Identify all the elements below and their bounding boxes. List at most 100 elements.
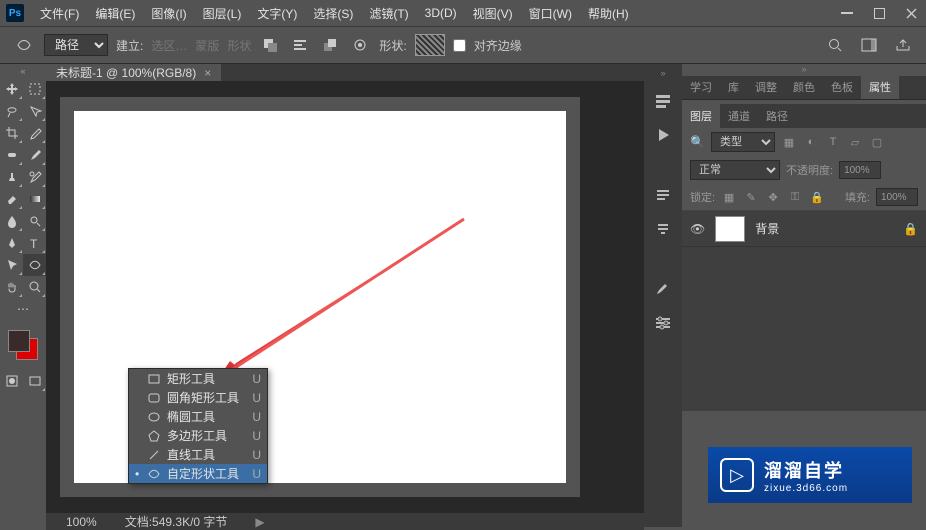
close-button[interactable] (902, 6, 920, 20)
menu-window[interactable]: 窗口(W) (521, 5, 580, 22)
quickmask-tool[interactable] (0, 370, 23, 392)
tool-preset-icon[interactable] (12, 35, 36, 55)
paragraph-panel-icon[interactable] (650, 182, 676, 208)
tab-learn[interactable]: 学习 (682, 75, 720, 99)
make-selection[interactable]: 选区… (151, 37, 187, 54)
dodge-tool[interactable] (23, 210, 46, 232)
path-op-icon[interactable] (259, 34, 281, 56)
minimize-button[interactable] (838, 6, 856, 20)
make-shape[interactable]: 形状 (227, 37, 251, 54)
eyedropper-tool[interactable] (23, 122, 46, 144)
artboard-tool[interactable] (23, 78, 46, 100)
make-mask[interactable]: 蒙版 (195, 37, 219, 54)
adjust-panel-icon[interactable] (650, 310, 676, 336)
blend-mode-select[interactable]: 正常 (690, 160, 780, 180)
lock-trans-icon[interactable]: ▦ (721, 189, 737, 205)
flyout-custom-shape[interactable]: •自定形状工具U (129, 464, 267, 483)
hand-tool[interactable] (0, 276, 23, 298)
heal-tool[interactable] (0, 144, 23, 166)
visibility-icon[interactable]: 👁 (690, 222, 705, 236)
menu-bar: Ps 文件(F) 编辑(E) 图像(I) 图层(L) 文字(Y) 选择(S) 滤… (0, 0, 926, 26)
shape-tool[interactable] (23, 254, 46, 276)
move-tool[interactable] (0, 78, 23, 100)
collapsed-panel-dock: » (644, 64, 682, 527)
flyout-line[interactable]: 直线工具U (129, 445, 267, 464)
maximize-button[interactable] (870, 6, 888, 20)
history-panel-icon[interactable] (650, 88, 676, 114)
shape-preview[interactable] (415, 34, 445, 56)
filter-smart-icon[interactable]: ▢ (869, 134, 885, 150)
workspace-icon[interactable] (858, 34, 880, 56)
tab-color[interactable]: 颜色 (785, 75, 823, 99)
play-icon[interactable] (650, 122, 676, 148)
menu-layer[interactable]: 图层(L) (195, 5, 250, 22)
dock-collapse[interactable]: » (660, 68, 665, 80)
filter-shape-icon[interactable]: ▱ (847, 134, 863, 150)
search-icon[interactable] (824, 34, 846, 56)
screenmode-tool[interactable] (23, 370, 46, 392)
menu-image[interactable]: 图像(I) (143, 5, 194, 22)
blur-tool[interactable] (0, 210, 23, 232)
layer-thumbnail[interactable] (715, 216, 745, 242)
lock-icon[interactable]: 🔒 (903, 222, 918, 236)
brush-tool[interactable] (23, 144, 46, 166)
pen-tool[interactable] (0, 232, 23, 254)
flyout-polygon[interactable]: 多边形工具U (129, 426, 267, 445)
flyout-ellipse[interactable]: 椭圆工具U (129, 407, 267, 426)
color-swatches[interactable] (4, 326, 42, 364)
eraser-tool[interactable] (0, 188, 23, 210)
watermark: ▷ 溜溜自学 zixue.3d66.com (708, 447, 912, 503)
menu-type[interactable]: 文字(Y) (249, 5, 305, 22)
share-icon[interactable] (892, 34, 914, 56)
flyout-rectangle[interactable]: 矩形工具U (129, 369, 267, 388)
document-tab[interactable]: 未标题-1 @ 100%(RGB/8) × (46, 64, 221, 81)
layer-filter-select[interactable]: 类型 (711, 132, 775, 152)
lock-nest-icon[interactable]: ⚿ (787, 189, 803, 205)
tab-layers[interactable]: 图层 (682, 104, 720, 128)
flyout-rounded-rect[interactable]: 圆角矩形工具U (129, 388, 267, 407)
opacity-field[interactable] (839, 161, 881, 179)
history-brush-tool[interactable] (23, 166, 46, 188)
type-tool[interactable]: T (23, 232, 46, 254)
align-edges-checkbox[interactable] (453, 39, 466, 52)
lasso-tool[interactable] (0, 100, 23, 122)
filter-image-icon[interactable]: ▦ (781, 134, 797, 150)
menu-view[interactable]: 视图(V) (465, 5, 521, 22)
tab-adjustments[interactable]: 调整 (747, 75, 785, 99)
tab-libraries[interactable]: 库 (720, 75, 747, 99)
lock-paint-icon[interactable]: ✎ (743, 189, 759, 205)
menu-3d[interactable]: 3D(D) (417, 6, 465, 20)
path-select-tool[interactable] (0, 254, 23, 276)
layer-row-background[interactable]: 👁 背景 🔒 (682, 211, 926, 247)
lock-all-icon[interactable]: 🔒 (809, 189, 825, 205)
quick-select-tool[interactable] (23, 100, 46, 122)
tab-paths[interactable]: 路径 (758, 104, 796, 128)
lock-pos-icon[interactable]: ✥ (765, 189, 781, 205)
menu-edit[interactable]: 编辑(E) (87, 5, 143, 22)
tab-channels[interactable]: 通道 (720, 104, 758, 128)
tab-properties[interactable]: 属性 (861, 75, 899, 99)
zoom-tool[interactable] (23, 276, 46, 298)
menu-select[interactable]: 选择(S) (305, 5, 361, 22)
zoom-level[interactable]: 100% (66, 515, 97, 529)
align-icon[interactable] (289, 34, 311, 56)
gear-icon[interactable] (349, 34, 371, 56)
menu-help[interactable]: 帮助(H) (580, 5, 637, 22)
toolbox-collapse[interactable]: « (0, 66, 46, 78)
character-panel-icon[interactable] (650, 216, 676, 242)
filter-adjust-icon[interactable]: ◐ (803, 134, 819, 150)
menu-filter[interactable]: 滤镜(T) (361, 5, 416, 22)
filter-type-icon[interactable]: T (825, 134, 841, 150)
edit-toolbar[interactable]: ⋯ (0, 298, 46, 320)
mode-select[interactable]: 路径 (44, 34, 108, 56)
arrange-icon[interactable] (319, 34, 341, 56)
brush-panel-icon[interactable] (650, 276, 676, 302)
fill-field[interactable] (876, 188, 918, 206)
fg-color[interactable] (8, 330, 30, 352)
stamp-tool[interactable] (0, 166, 23, 188)
tab-swatches[interactable]: 色板 (823, 75, 861, 99)
menu-file[interactable]: 文件(F) (32, 5, 87, 22)
crop-tool[interactable] (0, 122, 23, 144)
gradient-tool[interactable] (23, 188, 46, 210)
close-tab-icon[interactable]: × (204, 66, 211, 80)
